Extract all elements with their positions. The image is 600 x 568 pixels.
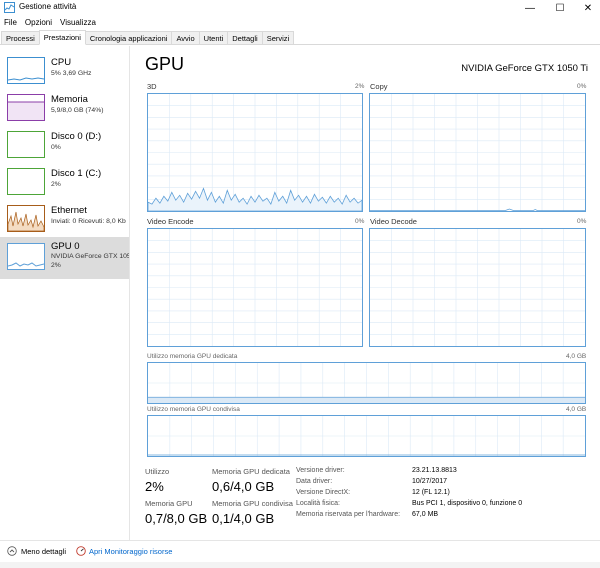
dedicated-mem-max: 4,0 GB <box>566 353 587 360</box>
sidebar-item-gpu-0[interactable]: GPU 0 NVIDIA GeForce GTX 1050 Ti 2% <box>0 237 129 279</box>
memory-thumbnail <box>7 94 45 121</box>
performance-sidebar: CPU 5% 3,69 GHz Memoria 5,9/8,0 GB (74%)… <box>0 46 130 540</box>
open-resource-monitor-link[interactable]: Apri Monitoraggio risorse <box>89 547 172 556</box>
minimize-icon: — <box>525 2 535 14</box>
close-button[interactable]: ✕ <box>574 0 600 16</box>
graph-dedicated-memory[interactable] <box>147 362 586 404</box>
sidebar-item-subtitle: 2% <box>51 181 61 188</box>
sidebar-item-title: GPU 0 <box>51 241 80 252</box>
menu-bar: File Opzioni Visualizza <box>0 16 600 29</box>
info-val-directx: 12 (FL 12.1) <box>412 489 450 496</box>
utilization-value: 2% <box>145 479 164 494</box>
sidebar-item-title: Disco 1 (C:) <box>51 168 102 179</box>
info-key-location: Località fisica: <box>296 500 340 507</box>
graph-video-decode[interactable] <box>369 228 586 347</box>
info-val-driver-date: 10/27/2017 <box>412 478 448 485</box>
graph-shared-memory[interactable] <box>147 415 586 457</box>
graph-3d-line <box>148 187 362 211</box>
graph-3d[interactable] <box>147 93 363 212</box>
info-val-reserved-memory: 67,0 MB <box>412 511 439 518</box>
page-title: GPU <box>145 54 185 74</box>
info-key-driver-date: Data driver: <box>296 478 333 485</box>
maximize-button[interactable]: ☐ <box>546 0 574 16</box>
menu-options[interactable]: Opzioni <box>21 16 56 29</box>
sidebar-item-disk-1[interactable]: Disco 1 (C:) 2% <box>0 163 129 200</box>
tab-strip: Processi Prestazioni Cronologia applicaz… <box>0 30 600 45</box>
close-icon: ✕ <box>583 2 593 14</box>
sidebar-item-subtitle: Inviati: 0 Ricevuti: 8,0 Kb <box>51 218 126 225</box>
shared-mem-max: 4,0 GB <box>566 406 587 413</box>
sidebar-item-subtitle: 5,9/8,0 GB (74%) <box>51 107 104 114</box>
task-manager-icon <box>4 2 15 13</box>
maximize-icon: ☐ <box>555 2 565 14</box>
dedicated-gpu-mem-value: 0,6/4,0 GB <box>212 479 275 494</box>
sidebar-item-cpu[interactable]: CPU 5% 3,69 GHz <box>0 52 129 89</box>
sidebar-item-ethernet[interactable]: Ethernet Inviati: 0 Ricevuti: 8,0 Kb <box>0 200 129 237</box>
graph-video-encode[interactable] <box>147 228 363 347</box>
window-title: Gestione attività <box>19 2 77 11</box>
graph-copy[interactable] <box>369 93 586 212</box>
graph-label-copy: Copy <box>370 82 388 91</box>
graph-video-decode-grid <box>370 229 585 346</box>
tab-details[interactable]: Dettagli <box>227 31 263 44</box>
fewer-details-link[interactable]: Meno dettagli <box>21 547 66 556</box>
minimize-button[interactable]: — <box>516 0 544 16</box>
disk-0-thumbnail <box>7 131 45 158</box>
tab-performance[interactable]: Prestazioni <box>38 30 86 45</box>
disk-1-thumbnail <box>7 168 45 195</box>
chevron-up-circle-icon[interactable] <box>7 546 17 556</box>
info-val-driver-version: 23.21.13.8813 <box>412 467 457 474</box>
tab-startup[interactable]: Avvio <box>171 31 200 44</box>
shared-mem-label: Utilizzo memoria GPU condivisa <box>147 406 240 413</box>
sidebar-item-subtitle: 5% 3,69 GHz <box>51 70 92 77</box>
dedicated-gpu-mem-label: Memoria GPU dedicata <box>212 467 290 476</box>
info-val-location: Bus PCI 1, dispositivo 0, funzione 0 <box>412 500 523 507</box>
info-key-directx: Versione DirectX: <box>296 489 351 496</box>
tab-processes[interactable]: Processi <box>1 31 40 44</box>
gpu-memory-value: 0,7/8,0 GB <box>145 511 208 526</box>
info-key-driver-version: Versione driver: <box>296 467 345 474</box>
graph-pct-video-encode: 0% <box>355 218 365 225</box>
bottom-strip <box>0 562 600 568</box>
cpu-thumbnail <box>7 57 45 84</box>
sidebar-item-memory[interactable]: Memoria 5,9/8,0 GB (74%) <box>0 89 129 126</box>
sidebar-item-title: CPU <box>51 57 72 68</box>
tab-users[interactable]: Utenti <box>198 31 229 44</box>
sidebar-item-disk-0[interactable]: Disco 0 (D:) 0% <box>0 126 129 163</box>
gpu-thumbnail <box>7 243 45 270</box>
title-bar: Gestione attività — ☐ ✕ <box>0 0 600 16</box>
ethernet-thumbnail <box>7 205 45 232</box>
graph-label-video-decode: Video Decode <box>370 217 417 226</box>
sidebar-item-title: Memoria <box>51 94 88 105</box>
graph-pct-3d: 2% <box>355 83 365 90</box>
graph-copy-line <box>370 208 585 211</box>
sidebar-item-percent: 2% <box>51 262 61 269</box>
tab-services[interactable]: Servizi <box>261 31 295 44</box>
shared-gpu-mem-label: Memoria GPU condivisa <box>212 499 293 508</box>
sidebar-item-title: Disco 0 (D:) <box>51 131 102 142</box>
utilization-label: Utilizzo <box>145 467 170 476</box>
gpu-model-name: NVIDIA GeForce GTX 1050 Ti <box>461 63 588 74</box>
graph-video-encode-grid <box>148 229 362 346</box>
graph-label-video-encode: Video Encode <box>147 217 194 226</box>
menu-file[interactable]: File <box>0 16 21 29</box>
sidebar-item-subtitle: 0% <box>51 144 61 151</box>
footer-bar: Meno dettagli Apri Monitoraggio risorse <box>0 540 600 562</box>
resource-monitor-icon[interactable] <box>76 546 86 556</box>
gpu-memory-label: Memoria GPU <box>145 499 193 508</box>
graph-pct-copy: 0% <box>577 83 587 90</box>
sidebar-item-title: Ethernet <box>51 205 87 216</box>
graph-shared-fill <box>148 454 585 456</box>
info-key-reserved-memory: Memoria riservata per l'hardware: <box>296 511 401 518</box>
tab-app-history[interactable]: Cronologia applicazioni <box>84 31 173 44</box>
graph-pct-video-decode: 0% <box>577 218 587 225</box>
graph-dedicated-fill <box>148 396 585 403</box>
shared-gpu-mem-value: 0,1/4,0 GB <box>212 511 275 526</box>
sidebar-item-subtitle: NVIDIA GeForce GTX 1050 Ti <box>51 253 129 260</box>
dedicated-mem-label: Utilizzo memoria GPU dedicata <box>147 353 238 360</box>
graph-label-3d: 3D <box>147 82 157 91</box>
menu-view[interactable]: Visualizza <box>56 16 100 29</box>
